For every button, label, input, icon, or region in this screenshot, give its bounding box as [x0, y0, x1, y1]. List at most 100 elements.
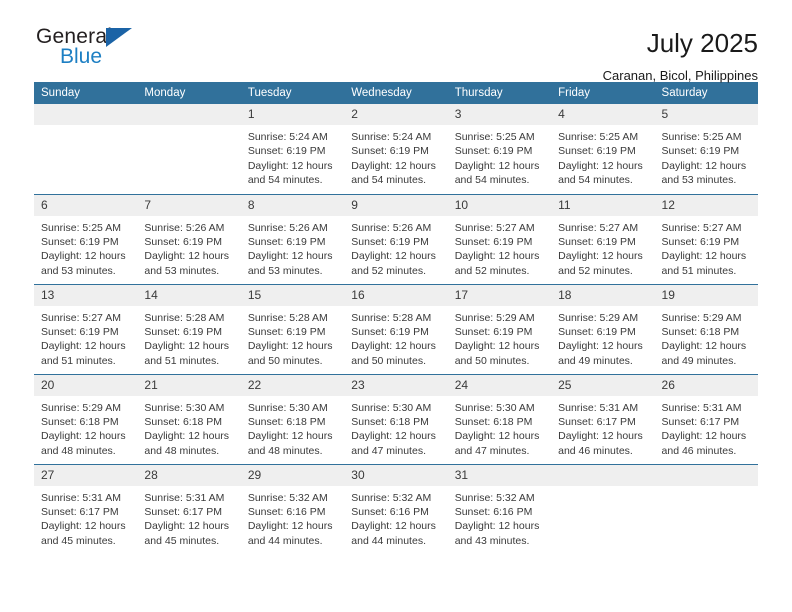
page-subtitle: Caranan, Bicol, Philippines: [602, 68, 758, 83]
brand-logo[interactable]: General Blue: [34, 26, 154, 74]
calendar-day-cell[interactable]: 26 Sunrise: 5:31 AM Sunset: 6:17 PM Dayligh…: [654, 373, 758, 464]
day-details: Sunrise: 5:25 AM Sunset: 6:19 PM Daylight:…: [551, 125, 654, 188]
calendar-day-cell[interactable]: 3 Sunrise: 5:25 AM Sunset: 6:19 PM Daylight…: [447, 104, 552, 194]
day-number: 23: [344, 374, 448, 396]
sunset-text: Sunset: 6:19 PM: [558, 325, 636, 338]
calendar-day-cell[interactable]: 30 Sunrise: 5:32 AM Sunset: 6:16 PM Dayligh…: [344, 463, 448, 554]
day-details: Sunrise: 5:26 AM Sunset: 6:19 PM Daylight:…: [241, 216, 344, 279]
calendar-day-cell[interactable]: 7 Sunrise: 5:26 AM Sunset: 6:19 PM Daylight…: [137, 193, 241, 284]
day-number: 13: [34, 284, 138, 306]
calendar-day-cell[interactable]: 11 Sunrise: 5:27 AM Sunset: 6:19 PM Dayligh…: [551, 193, 655, 284]
calendar-day-cell[interactable]: 29 Sunrise: 5:32 AM Sunset: 6:16 PM Dayligh…: [240, 463, 345, 554]
day-details: Sunrise: 5:29 AM Sunset: 6:19 PM Daylight:…: [448, 306, 551, 369]
calendar-day-cell[interactable]: 13 Sunrise: 5:27 AM Sunset: 6:19 PM Dayligh…: [34, 283, 138, 374]
sunset-text: Sunset: 6:18 PM: [454, 415, 533, 428]
sunset-text: Sunset: 6:18 PM: [661, 325, 740, 338]
sunrise-text: Sunrise: 5:30 AM: [454, 401, 535, 414]
sunrise-text: Sunrise: 5:30 AM: [144, 401, 225, 414]
day-details: Sunrise: 5:28 AM Sunset: 6:19 PM Daylight:…: [137, 306, 240, 369]
calendar-day-cell[interactable]: 24 Sunrise: 5:30 AM Sunset: 6:18 PM Dayligh…: [447, 373, 552, 464]
calendar-day-cell[interactable]: 2 Sunrise: 5:24 AM Sunset: 6:19 PM Daylight…: [344, 104, 448, 194]
calendar-day-cell[interactable]: 27 Sunrise: 5:31 AM Sunset: 6:17 PM Dayligh…: [34, 463, 138, 554]
calendar-week-row: 1 Sunrise: 5:24 AM Sunset: 6:19 PM Daylight…: [34, 104, 758, 194]
page-header: General Blue July 2025 Caranan, Bicol, P…: [34, 0, 758, 84]
daylight-text-line1: Daylight: 12 hours: [454, 159, 540, 172]
sunrise-text: Sunrise: 5:27 AM: [454, 221, 535, 234]
calendar-day-cell[interactable]: 14 Sunrise: 5:28 AM Sunset: 6:19 PM Dayligh…: [137, 283, 241, 374]
calendar-day-cell[interactable]: 31 Sunrise: 5:32 AM Sunset: 6:16 PM Dayligh…: [447, 463, 552, 554]
day-number: 25: [551, 374, 655, 396]
daylight-text-line1: Daylight: 12 hours: [661, 430, 747, 443]
sunrise-text: Sunrise: 5:27 AM: [41, 311, 121, 324]
calendar-day-cell[interactable]: 12 Sunrise: 5:27 AM Sunset: 6:19 PM Dayligh…: [654, 193, 758, 284]
sunrise-text: Sunrise: 5:32 AM: [351, 491, 432, 504]
calendar-day-cell[interactable]: 1 Sunrise: 5:24 AM Sunset: 6:19 PM Daylight…: [240, 104, 345, 194]
calendar-week-row: 13 Sunrise: 5:27 AM Sunset: 6:19 PM Dayligh…: [34, 283, 758, 374]
calendar-day-cell[interactable]: 16 Sunrise: 5:28 AM Sunset: 6:19 PM Dayligh…: [344, 283, 448, 374]
calendar-week-row: 20 Sunrise: 5:29 AM Sunset: 6:18 PM Dayligh…: [34, 373, 758, 464]
daylight-text-line1: Daylight: 12 hours: [41, 430, 126, 443]
day-details: Sunrise: 5:27 AM Sunset: 6:19 PM Daylight:…: [551, 216, 654, 279]
sunset-text: Sunset: 6:16 PM: [351, 505, 429, 518]
calendar-day-cell[interactable]: 4 Sunrise: 5:25 AM Sunset: 6:19 PM Daylight…: [551, 104, 655, 194]
title-block: July 2025 Caranan, Bicol, Philippines: [603, 26, 758, 83]
daylight-text-line1: Daylight: 12 hours: [661, 159, 747, 172]
daylight-text-line2: and 51 minutes.: [661, 264, 737, 277]
daylight-text-line2: and 44 minutes.: [247, 534, 323, 547]
daylight-text-line1: Daylight: 12 hours: [144, 250, 230, 263]
daylight-text-line1: Daylight: 12 hours: [41, 340, 126, 353]
day-number: 29: [240, 464, 345, 486]
sunset-text: Sunset: 6:19 PM: [41, 235, 119, 248]
day-details: Sunrise: 5:30 AM Sunset: 6:18 PM Daylight:…: [448, 396, 551, 459]
calendar-day-cell[interactable]: 5 Sunrise: 5:25 AM Sunset: 6:19 PM Daylight…: [654, 104, 758, 194]
daylight-text-line1: Daylight: 12 hours: [247, 159, 333, 172]
sunset-text: Sunset: 6:19 PM: [454, 235, 533, 248]
day-number: 27: [34, 464, 138, 486]
daylight-text-line1: Daylight: 12 hours: [351, 159, 436, 172]
daylight-text-line2: and 53 minutes.: [41, 264, 116, 277]
calendar-day-cell[interactable]: 25 Sunrise: 5:31 AM Sunset: 6:17 PM Dayligh…: [551, 373, 655, 464]
day-details: Sunrise: 5:30 AM Sunset: 6:18 PM Daylight:…: [137, 396, 240, 459]
calendar-day-cell[interactable]: 18 Sunrise: 5:29 AM Sunset: 6:19 PM Dayligh…: [551, 283, 655, 374]
calendar-day-cell[interactable]: 17 Sunrise: 5:29 AM Sunset: 6:19 PM Dayligh…: [447, 283, 552, 374]
day-number: 16: [344, 284, 448, 306]
sunrise-text: Sunrise: 5:26 AM: [351, 221, 432, 234]
day-number: 14: [137, 284, 241, 306]
day-number: 20: [34, 374, 138, 396]
calendar-day-cell[interactable]: 20 Sunrise: 5:29 AM Sunset: 6:18 PM Dayligh…: [34, 373, 138, 464]
sunset-text: Sunset: 6:19 PM: [351, 325, 429, 338]
calendar-day-cell[interactable]: 8 Sunrise: 5:26 AM Sunset: 6:19 PM Daylight…: [240, 193, 345, 284]
daylight-text-line2: and 46 minutes.: [558, 444, 633, 457]
calendar-day-cell[interactable]: 28 Sunrise: 5:31 AM Sunset: 6:17 PM Dayligh…: [137, 463, 241, 554]
day-number: 5: [654, 104, 758, 125]
daylight-text-line2: and 49 minutes.: [661, 354, 737, 367]
daylight-text-line1: Daylight: 12 hours: [247, 250, 333, 263]
calendar-day-cell[interactable]: 21 Sunrise: 5:30 AM Sunset: 6:18 PM Dayligh…: [137, 373, 241, 464]
daylight-text-line2: and 48 minutes.: [41, 444, 116, 457]
daylight-text-line2: and 53 minutes.: [247, 264, 323, 277]
calendar-day-cell[interactable]: 22 Sunrise: 5:30 AM Sunset: 6:18 PM Dayligh…: [240, 373, 345, 464]
calendar-day-cell[interactable]: 10 Sunrise: 5:27 AM Sunset: 6:19 PM Dayligh…: [447, 193, 552, 284]
sunrise-text: Sunrise: 5:30 AM: [351, 401, 432, 414]
day-number: 28: [137, 464, 241, 486]
sunset-text: Sunset: 6:19 PM: [351, 235, 429, 248]
calendar-day-cell[interactable]: 9 Sunrise: 5:26 AM Sunset: 6:19 PM Daylight…: [344, 193, 448, 284]
calendar-day-cell[interactable]: 15 Sunrise: 5:28 AM Sunset: 6:19 PM Dayligh…: [240, 283, 345, 374]
daylight-text-line2: and 50 minutes.: [247, 354, 323, 367]
sunrise-text: Sunrise: 5:29 AM: [41, 401, 121, 414]
daylight-text-line2: and 48 minutes.: [247, 444, 323, 457]
day-details: Sunrise: 5:31 AM Sunset: 6:17 PM Daylight:…: [137, 486, 240, 549]
day-details: Sunrise: 5:26 AM Sunset: 6:19 PM Daylight:…: [137, 216, 240, 279]
daylight-text-line2: and 50 minutes.: [351, 354, 426, 367]
calendar-day-cell[interactable]: 19 Sunrise: 5:29 AM Sunset: 6:18 PM Dayligh…: [654, 283, 758, 374]
day-details: Sunrise: 5:30 AM Sunset: 6:18 PM Daylight:…: [344, 396, 447, 459]
day-details: Sunrise: 5:32 AM Sunset: 6:16 PM Daylight:…: [344, 486, 447, 549]
day-number: [654, 464, 758, 486]
day-details: Sunrise: 5:25 AM Sunset: 6:19 PM Daylight:…: [34, 216, 137, 279]
calendar-day-cell[interactable]: 6 Sunrise: 5:25 AM Sunset: 6:19 PM Daylight…: [34, 193, 138, 284]
day-number: 8: [240, 194, 345, 216]
weekday-header-saturday: Saturday: [654, 82, 758, 104]
calendar-body: 1 Sunrise: 5:24 AM Sunset: 6:19 PM Daylight…: [34, 104, 758, 554]
sunrise-text: Sunrise: 5:27 AM: [558, 221, 639, 234]
calendar-day-cell[interactable]: 23 Sunrise: 5:30 AM Sunset: 6:18 PM Dayligh…: [344, 373, 448, 464]
